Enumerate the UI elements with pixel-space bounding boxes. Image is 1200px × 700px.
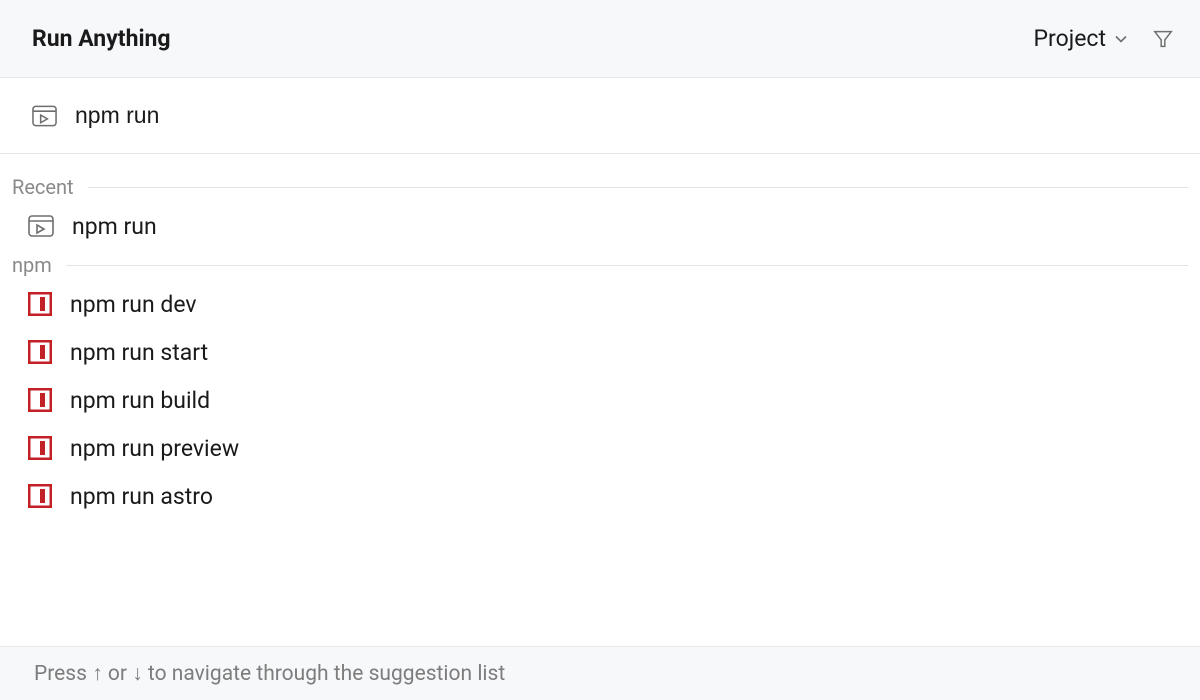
list-item[interactable]: npm run preview: [0, 424, 1200, 472]
command-input[interactable]: [75, 102, 1168, 129]
list-item[interactable]: npm run: [0, 202, 1200, 250]
list-item-label: npm run dev: [70, 291, 197, 318]
list-item[interactable]: npm run astro: [0, 472, 1200, 520]
terminal-run-icon: [32, 105, 57, 127]
list-item[interactable]: npm run start: [0, 328, 1200, 376]
section-header-recent: Recent: [0, 172, 1200, 202]
scope-selector[interactable]: Project: [1034, 25, 1128, 52]
list-item-label: npm run preview: [70, 435, 239, 462]
footer-hint: Press ↑ or ↓ to navigate through the sug…: [34, 662, 505, 686]
scope-label: Project: [1034, 25, 1106, 52]
section-divider: [66, 265, 1188, 266]
npm-icon: [28, 484, 52, 508]
section-divider: [88, 187, 1188, 188]
list-item-label: npm run start: [70, 339, 208, 366]
list-item[interactable]: npm run build: [0, 376, 1200, 424]
chevron-down-icon: [1114, 32, 1128, 46]
dialog-title: Run Anything: [32, 25, 171, 52]
npm-icon: [28, 436, 52, 460]
terminal-run-icon: [28, 215, 54, 237]
section-label: Recent: [12, 175, 74, 199]
header-controls: Project: [1034, 25, 1176, 52]
list-item-label: npm run astro: [70, 483, 213, 510]
list-item[interactable]: npm run dev: [0, 280, 1200, 328]
section-label: npm: [12, 253, 52, 277]
npm-icon: [28, 388, 52, 412]
npm-icon: [28, 340, 52, 364]
filter-icon: [1152, 28, 1174, 50]
npm-icon: [28, 292, 52, 316]
dialog-header: Run Anything Project: [0, 0, 1200, 78]
suggestion-list: Recent npm run npm npm run dev npm run s…: [0, 154, 1200, 646]
command-input-row[interactable]: [0, 78, 1200, 154]
list-item-label: npm run build: [70, 387, 210, 414]
footer-hint-bar: Press ↑ or ↓ to navigate through the sug…: [0, 646, 1200, 700]
section-header-npm: npm: [0, 250, 1200, 280]
filter-button[interactable]: [1150, 26, 1176, 52]
list-item-label: npm run: [72, 213, 157, 240]
